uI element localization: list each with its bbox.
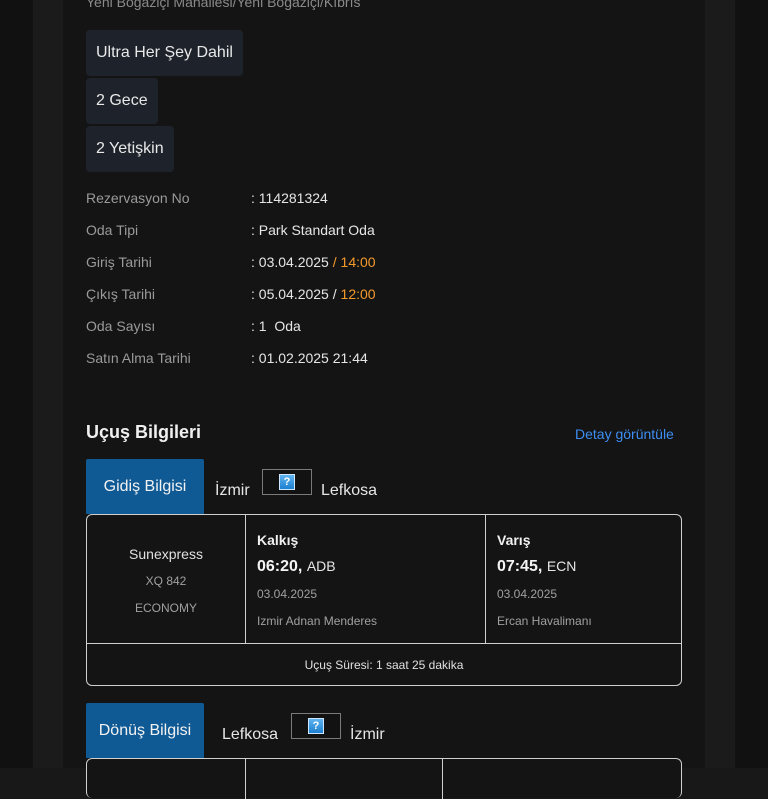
checkout-label: Çıkış Tarihi [86,286,155,302]
flight-number: XQ 842 [145,574,187,588]
table-divider [245,515,246,643]
checkin-label: Giriş Tarihi [86,254,152,270]
reservation-no-label: Rezervasyon No [86,190,190,206]
table-divider [485,515,486,643]
arrival-time: 07:45, [497,558,543,575]
return-tab[interactable]: Dönüş Bilgisi [86,703,204,758]
cabin-class: ECONOMY [134,601,197,615]
arrival-time-line: 07:45, ECN [497,558,576,576]
checkout-value: : 05.04.2025 / 12:00 [251,286,376,302]
broken-image-icon: ? [279,474,295,490]
detail-view-link[interactable]: Detay görüntüle [575,426,674,442]
return-origin: Lefkosa [222,726,279,743]
room-type-label: Oda Tipi [86,222,139,238]
checkin-time: 14:00 [340,254,376,270]
flight-duration: Uçuş Süresi: 1 saat 25 dakika [304,658,464,672]
table-divider [442,759,443,799]
departure-time-line: 06:20, ADB [257,558,336,576]
hotel-address: Yeni Boğaziçi Mahallesi/Yeni Boğaziçi/Kı… [86,0,361,10]
room-type-value: : Park Standart Oda [251,222,375,238]
checkin-value: : 03.04.2025 / 14:00 [251,254,376,270]
return-flight-table [86,758,682,799]
arrival-airport: Ercan Havalimanı [497,614,592,628]
flight-section-title: Uçuş Bilgileri [86,422,202,442]
reservation-no-value: : 114281324 [251,190,328,206]
outbound-origin: İzmir [215,482,250,499]
purchase-date-label: Satın Alma Tarihi [86,350,191,366]
return-destination: İzmir [350,726,385,743]
checkout-date: : 05.04.2025 [251,286,329,302]
table-divider [245,759,246,799]
broken-image-icon: ? [308,718,324,734]
airline-name: Sunexpress [129,546,203,562]
return-route-image: ? [291,713,341,739]
departure-airport: Izmir Adnan Menderes [257,614,378,628]
purchase-date-value: : 01.02.2025 21:44 [251,350,368,366]
departure-title: Kalkış [257,532,299,548]
departure-date: 03.04.2025 [257,587,318,601]
arrival-date: 03.04.2025 [497,587,558,601]
outbound-flight-table: Sunexpress XQ 842 ECONOMY Kalkış 06:20, … [86,514,682,686]
checkin-separator: / [328,254,341,270]
outbound-route-image: ? [262,469,312,495]
checkin-date: : 03.04.2025 [251,254,329,270]
table-divider [87,643,681,644]
right-margin [735,0,768,768]
nights-chip: 2 Gece [86,78,158,124]
left-margin [0,0,33,768]
departure-time: 06:20, [257,558,303,575]
room-count-value: : 1 Oda [251,318,301,334]
arrival-code: ECN [546,558,577,574]
guests-chip: 2 Yetişkin [86,126,174,172]
board-type-chip: Ultra Her Şey Dahil [86,30,243,76]
outbound-destination: Lefkosa [321,482,378,499]
arrival-title: Varış [497,532,531,548]
room-count-label: Oda Sayısı [86,318,156,334]
departure-code: ADB [306,558,336,574]
outbound-tab[interactable]: Gidiş Bilgisi [86,459,204,514]
checkout-separator: / [328,286,341,302]
checkout-time: 12:00 [340,286,376,302]
